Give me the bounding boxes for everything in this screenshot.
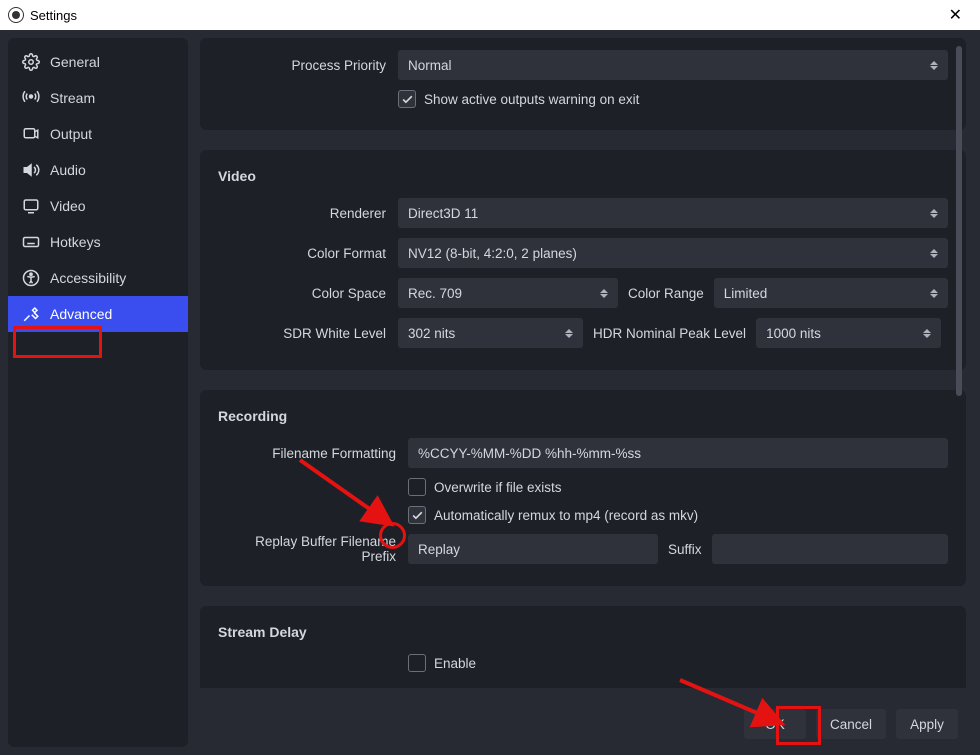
sidebar-item-label: Audio [50,162,86,178]
tools-icon [22,305,40,323]
ok-button[interactable]: OK [744,709,806,739]
color-space-label: Color Space [218,286,398,301]
sidebar-item-video[interactable]: Video [8,188,188,224]
section-general-partial: Process Priority Normal Show active outp… [200,38,966,130]
section-stream-delay: Stream Delay Enable [200,606,966,688]
keyboard-icon [22,233,40,251]
apply-button[interactable]: Apply [896,709,958,739]
suffix-label: Suffix [668,542,702,557]
color-format-label: Color Format [218,246,398,261]
auto-remux-mp4-checkbox[interactable]: Automatically remux to mp4 (record as mk… [408,506,698,524]
process-priority-label: Process Priority [218,58,398,73]
hdr-nominal-peak-label: HDR Nominal Peak Level [593,326,746,341]
sidebar-item-output[interactable]: Output [8,116,188,152]
overwrite-if-exists-checkbox[interactable]: Overwrite if file exists [408,478,562,496]
stream-delay-enable-checkbox[interactable]: Enable [408,654,476,672]
sidebar-item-accessibility[interactable]: Accessibility [8,260,188,296]
cancel-button[interactable]: Cancel [816,709,886,739]
output-icon [22,125,40,143]
sidebar-item-label: Output [50,126,92,142]
dialog-footer: OK Cancel Apply [744,709,958,739]
section-heading-recording: Recording [218,408,948,424]
replay-prefix-input[interactable]: Replay [408,534,658,564]
renderer-select[interactable]: Direct3D 11 [398,198,948,228]
sdr-white-level-label: SDR White Level [218,326,398,341]
filename-formatting-input[interactable]: %CCYY-%MM-%DD %hh-%mm-%ss [408,438,948,468]
scrollbar[interactable] [956,46,962,396]
filename-formatting-label: Filename Formatting [218,446,408,461]
sidebar-item-advanced[interactable]: Advanced [8,296,188,332]
window-title: Settings [30,8,77,23]
sidebar-item-label: Advanced [50,306,112,322]
section-heading-stream-delay: Stream Delay [218,624,948,640]
replay-suffix-input[interactable] [712,534,948,564]
sdr-white-level-spinbox[interactable]: 302 nits [398,318,583,348]
sidebar-item-label: Stream [50,90,95,106]
gear-icon [22,53,40,71]
process-priority-select[interactable]: Normal [398,50,948,80]
show-active-outputs-checkbox[interactable]: Show active outputs warning on exit [398,90,639,108]
titlebar: Settings ✕ [0,0,980,30]
renderer-label: Renderer [218,206,398,221]
hdr-nominal-peak-spinbox[interactable]: 1000 nits [756,318,941,348]
sidebar-item-hotkeys[interactable]: Hotkeys [8,224,188,260]
sidebar-item-audio[interactable]: Audio [8,152,188,188]
window-close-button[interactable]: ✕ [939,5,972,25]
color-range-select[interactable]: Limited [714,278,948,308]
color-format-select[interactable]: NV12 (8-bit, 4:2:0, 2 planes) [398,238,948,268]
sidebar-item-label: Accessibility [50,270,126,286]
accessibility-icon [22,269,40,287]
broadcast-icon [22,89,40,107]
replay-prefix-label: Replay Buffer Filename Prefix [218,534,408,564]
settings-scroll-area[interactable]: Process Priority Normal Show active outp… [200,38,966,688]
sidebar-item-stream[interactable]: Stream [8,80,188,116]
audio-icon [22,161,40,179]
section-heading-video: Video [218,168,948,184]
monitor-icon [22,197,40,215]
color-range-label: Color Range [628,286,704,301]
section-video: Video Renderer Direct3D 11 Color Format … [200,150,966,370]
color-space-select[interactable]: Rec. 709 [398,278,618,308]
obs-logo-icon [8,7,24,23]
settings-sidebar: General Stream Output Audio Video Hotkey… [8,38,188,747]
sidebar-item-general[interactable]: General [8,44,188,80]
sidebar-item-label: Video [50,198,86,214]
section-recording: Recording Filename Formatting %CCYY-%MM-… [200,390,966,586]
sidebar-item-label: General [50,54,100,70]
sidebar-item-label: Hotkeys [50,234,101,250]
